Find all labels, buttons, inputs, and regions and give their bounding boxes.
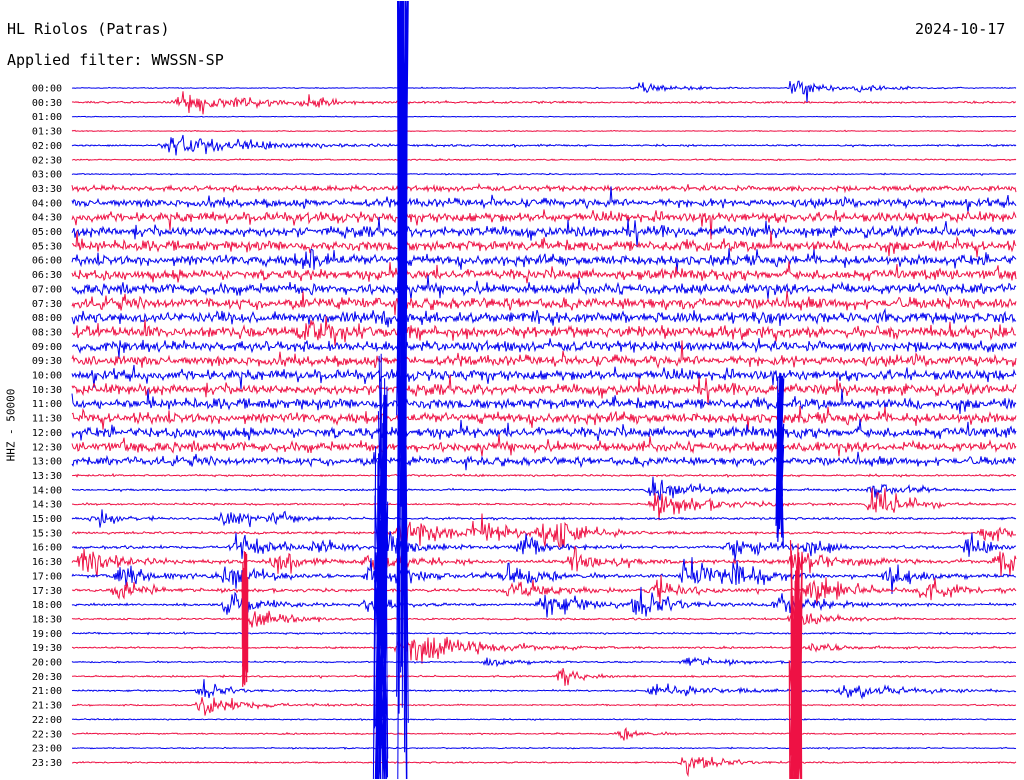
row-tick-label: 03:00: [32, 170, 62, 181]
row-tick-label: 04:30: [32, 213, 62, 224]
row-tick-label: 14:00: [32, 485, 62, 496]
row-tick-label: 10:00: [32, 371, 62, 382]
row-tick-label: 16:00: [32, 543, 62, 554]
row-tick-label: 23:00: [32, 744, 62, 755]
trace-row-0030: [71, 91, 1016, 115]
trace-row-0530: [71, 230, 1017, 258]
row-tick-label: 00:00: [32, 84, 62, 95]
row-tick-label: 05:00: [32, 227, 62, 238]
trace-row-1400: [71, 476, 1017, 501]
seismogram-chart: 00:00 00:30 01:00 01:30 02:00 02:30 03:00 03:30…: [32, 0, 1017, 780]
event-spike-1: [372, 353, 389, 780]
row-tick-label: 15:30: [32, 528, 62, 539]
event-spike-0: [396, 0, 409, 780]
row-tick-label: 06:00: [32, 256, 62, 267]
trace-row-1900: [71, 631, 1017, 636]
trace-row-0630: [71, 261, 1017, 284]
row-tick-label: 17:00: [32, 571, 62, 582]
row-tick-label: 17:30: [32, 586, 62, 597]
row-tick-label: 10:30: [32, 385, 62, 396]
trace-row-2200: [71, 717, 1017, 722]
row-tick-label: 00:30: [32, 98, 62, 109]
trace-row-0100: [71, 115, 1017, 118]
row-tick-label: 11:30: [32, 414, 62, 425]
row-tick-label: 11:00: [32, 399, 62, 410]
row-tick-label: 01:00: [32, 112, 62, 123]
event-spike-4: [241, 551, 249, 687]
trace-row-0800: [71, 307, 1017, 328]
trace-row-1130: [71, 405, 1017, 431]
row-tick-label: 19:00: [32, 629, 62, 640]
trace-row-2330: [71, 756, 1017, 778]
row-tick-label: 14:30: [32, 500, 62, 511]
row-tick-label: 21:00: [32, 686, 62, 697]
row-tick-label: 02:30: [32, 155, 62, 166]
row-tick-label: 22:30: [32, 729, 62, 740]
row-tick-label: 08:00: [32, 313, 62, 324]
row-tick-label: 22:00: [32, 715, 62, 726]
trace-row-2130: [71, 697, 1017, 716]
row-tick-label: 04:00: [32, 198, 62, 209]
row-tick-label: 07:30: [32, 299, 62, 310]
row-tick-label: 07:00: [32, 284, 62, 295]
row-tick-label: 12:00: [32, 428, 62, 439]
trace-row-2300: [71, 746, 1017, 750]
event-spike-3: [775, 372, 785, 549]
trace-row-2230: [71, 726, 1017, 741]
trace-row-1300: [71, 451, 1017, 471]
row-tick-label: 23:30: [32, 758, 62, 769]
row-tick-label: 20:30: [32, 672, 62, 683]
trace-row-1730: [71, 574, 1017, 605]
trace-row-1230: [71, 434, 1017, 457]
trace-row-0200: [71, 134, 1017, 156]
row-tick-label: 09:00: [32, 342, 62, 353]
trace-row-0300: [71, 172, 1017, 176]
trace-row-0400: [71, 186, 1017, 213]
row-tick-label: 13:00: [32, 457, 62, 468]
row-tick-label: 06:30: [32, 270, 62, 281]
row-tick-label: 05:30: [32, 241, 62, 252]
trace-row-1330: [71, 472, 1017, 479]
trace-row-0700: [71, 275, 1017, 300]
row-tick-label: 18:00: [32, 600, 62, 611]
trace-row-0730: [71, 290, 1017, 316]
trace-group: [71, 80, 1017, 778]
row-tick-label: 02:00: [32, 141, 62, 152]
trace-row-2100: [71, 679, 1017, 700]
trace-row-2000: [71, 656, 1017, 668]
row-tick-label: 15:00: [32, 514, 62, 525]
row-tick-label: 13:30: [32, 471, 62, 482]
trace-row-0900: [71, 338, 1017, 359]
row-tick-label: 19:30: [32, 643, 62, 654]
row-tick-label: 18:30: [32, 614, 62, 625]
row-tick-label: 16:30: [32, 557, 62, 568]
trace-row-0130: [71, 129, 1017, 133]
trace-row-1930: [71, 636, 1017, 664]
trace-row-0600: [71, 248, 1017, 273]
trace-row-0000: [71, 80, 1017, 103]
row-tick-label: 01:30: [32, 127, 62, 138]
row-tick-label: 09:30: [32, 356, 62, 367]
trace-row-0330: [71, 182, 1017, 194]
row-tick-label: 20:00: [32, 658, 62, 669]
row-tick-label: 08:30: [32, 327, 62, 338]
row-tick-label: 12:30: [32, 442, 62, 453]
trace-row-0430: [71, 209, 1017, 240]
trace-row-0230: [71, 157, 1017, 162]
row-tick-label: 21:30: [32, 701, 62, 712]
trace-row-0830: [71, 316, 1017, 346]
trace-row-2030: [71, 667, 1017, 686]
trace-row-1500: [71, 509, 1017, 528]
row-tick-label: 03:30: [32, 184, 62, 195]
row-tick-labels: 00:00 00:30 01:00 01:30 02:00 02:30 03:00 03:30…: [32, 84, 62, 769]
